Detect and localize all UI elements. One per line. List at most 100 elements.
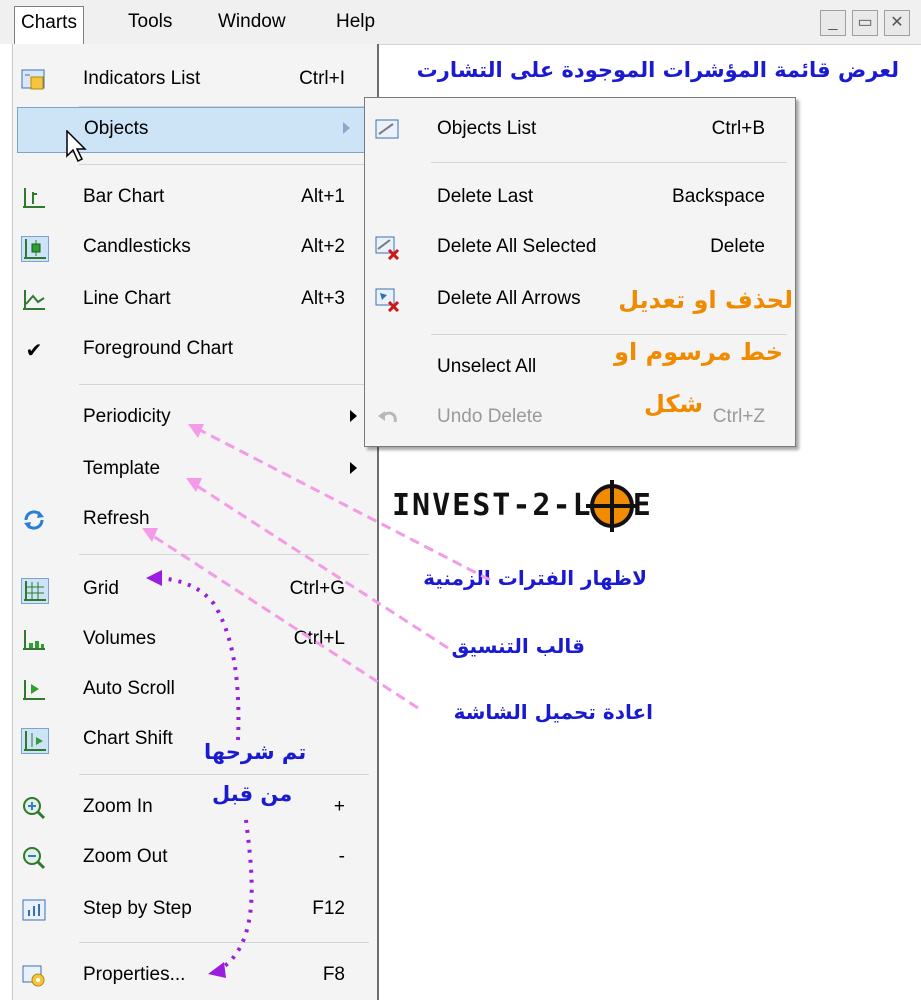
submenu-item-shortcut: Backspace — [672, 186, 765, 207]
menu-separator — [79, 774, 369, 775]
menu-item-auto-scroll[interactable]: Auto Scroll — [13, 668, 375, 712]
menu-item-candlesticks[interactable]: Candlesticks Alt+2 — [13, 226, 375, 270]
menu-item-zoom-in[interactable]: Zoom In + — [13, 786, 375, 830]
annotation-explained-line1: تم شرحها — [204, 740, 307, 764]
charts-menu: Indicators List Ctrl+I Objects Bar Chart… — [12, 44, 379, 1000]
menu-item-label: Periodicity — [83, 406, 171, 427]
invest2life-logo: INVEST-2-LIFE — [392, 488, 653, 523]
grid-icon — [21, 578, 49, 604]
chart-shift-icon — [21, 728, 49, 754]
menu-item-shortcut: Ctrl+L — [293, 628, 345, 649]
menu-item-line-chart[interactable]: Line Chart Alt+3 — [13, 278, 375, 322]
submenu-item-label: Undo Delete — [437, 406, 543, 427]
menu-item-shortcut: Ctrl+I — [299, 68, 345, 89]
bar-chart-icon — [21, 186, 47, 210]
menu-tools[interactable]: Tools — [122, 6, 178, 38]
menu-item-label: Objects — [84, 118, 149, 139]
candlesticks-icon — [21, 236, 49, 262]
submenu-item-delete-all-selected[interactable]: Delete All Selected Delete — [365, 226, 795, 270]
menu-help[interactable]: Help — [330, 6, 381, 38]
menu-item-shortcut: - — [338, 846, 345, 867]
menu-item-grid[interactable]: Grid Ctrl+G — [13, 568, 375, 612]
submenu-item-undo-delete[interactable]: Undo Delete Ctrl+Z — [365, 396, 795, 440]
menu-item-shortcut: Ctrl+G — [289, 578, 345, 599]
indicators-list-icon — [21, 68, 47, 92]
menu-item-label: Zoom In — [83, 796, 153, 817]
menu-separator — [79, 384, 369, 385]
menu-window[interactable]: Window — [212, 6, 292, 38]
menu-separator — [431, 162, 787, 163]
annotation-indicators: لعرض قائمة المؤشرات الموجودة على التشارت — [416, 58, 899, 82]
zoom-out-icon — [21, 846, 47, 870]
menu-item-label: Volumes — [83, 628, 156, 649]
objects-list-icon — [375, 118, 401, 142]
menu-separator — [79, 942, 369, 943]
menu-item-label: Foreground Chart — [83, 338, 233, 359]
submenu-item-shortcut: Ctrl+Z — [712, 406, 765, 427]
menu-item-indicators-list[interactable]: Indicators List Ctrl+I — [13, 58, 375, 102]
menu-charts[interactable]: Charts — [14, 6, 84, 45]
refresh-icon — [21, 508, 47, 532]
submenu-item-shortcut: Ctrl+B — [711, 118, 765, 139]
annotation-explained-line2: من قبل — [212, 782, 293, 806]
menu-item-label: Grid — [83, 578, 119, 599]
menu-item-shortcut: F8 — [322, 964, 345, 985]
annotation-delete-line1: لحذف او تعديل — [618, 286, 793, 314]
menu-item-template[interactable]: Template — [13, 448, 375, 492]
menu-item-label: Line Chart — [83, 288, 171, 309]
menu-item-properties[interactable]: Properties... F8 — [13, 954, 375, 998]
undo-icon — [375, 406, 401, 430]
line-chart-icon — [21, 288, 47, 312]
menu-item-shortcut: Alt+2 — [301, 236, 345, 257]
submenu-arrow-icon — [343, 122, 350, 134]
delete-selected-icon — [375, 236, 401, 261]
zoom-in-icon — [21, 796, 47, 820]
objects-submenu: Objects List Ctrl+B Delete Last Backspac… — [364, 97, 796, 447]
submenu-arrow-icon — [350, 410, 357, 422]
annotation-delete-line2: خط مرسوم او — [614, 338, 783, 366]
submenu-item-label: Unselect All — [437, 356, 537, 377]
submenu-item-objects-list[interactable]: Objects List Ctrl+B — [365, 108, 795, 152]
checkmark-icon: ✔ — [25, 340, 43, 362]
menu-item-volumes[interactable]: Volumes Ctrl+L — [13, 618, 375, 662]
annotation-delete-line3: شكل — [644, 390, 703, 418]
menu-separator — [79, 164, 369, 165]
annotation-refresh: اعادة تحميل الشاشة — [453, 700, 653, 724]
delete-arrows-icon — [375, 288, 401, 313]
menu-item-shortcut: Alt+1 — [301, 186, 345, 207]
menu-item-label: Bar Chart — [83, 186, 165, 207]
submenu-item-label: Delete All Selected — [437, 236, 597, 257]
menu-item-zoom-out[interactable]: Zoom Out - — [13, 836, 375, 880]
menu-item-label: Auto Scroll — [83, 678, 175, 699]
close-button[interactable]: ✕ — [884, 10, 910, 36]
properties-icon — [21, 964, 47, 988]
menu-item-bar-chart[interactable]: Bar Chart Alt+1 — [13, 176, 375, 220]
submenu-item-label: Delete Last — [437, 186, 534, 207]
step-by-step-icon — [21, 898, 47, 922]
submenu-arrow-icon — [350, 462, 357, 474]
menu-item-chart-shift[interactable]: Chart Shift — [13, 718, 375, 762]
annotation-periodicity: لاظهار الفترات الزمنية — [423, 566, 647, 590]
menu-item-label: Step by Step — [83, 898, 192, 919]
auto-scroll-icon — [21, 678, 47, 702]
menu-item-label: Indicators List — [83, 68, 201, 89]
menu-item-shortcut: Alt+3 — [301, 288, 345, 309]
minimize-button[interactable]: _ — [820, 10, 846, 36]
menu-separator — [79, 554, 369, 555]
restore-button[interactable]: ▭ — [852, 10, 878, 36]
submenu-item-delete-last[interactable]: Delete Last Backspace — [365, 176, 795, 220]
menu-item-label: Template — [83, 458, 161, 479]
mouse-cursor-icon — [66, 130, 87, 163]
submenu-item-shortcut: Delete — [710, 236, 765, 257]
menu-item-periodicity[interactable]: Periodicity — [13, 396, 375, 440]
menu-item-label: Chart Shift — [83, 728, 173, 749]
annotation-template: قالب التنسيق — [451, 634, 586, 658]
menu-bar: Charts Tools Window Help _ ▭ ✕ — [0, 0, 921, 45]
window-edge — [0, 44, 12, 1000]
menu-item-refresh[interactable]: Refresh — [13, 498, 375, 542]
submenu-item-label: Objects List — [437, 118, 537, 139]
menu-item-label: Refresh — [83, 508, 150, 529]
menu-item-shortcut: + — [333, 796, 345, 817]
menu-item-foreground-chart[interactable]: ✔ Foreground Chart — [13, 328, 375, 372]
menu-item-step-by-step[interactable]: Step by Step F12 — [13, 888, 375, 932]
